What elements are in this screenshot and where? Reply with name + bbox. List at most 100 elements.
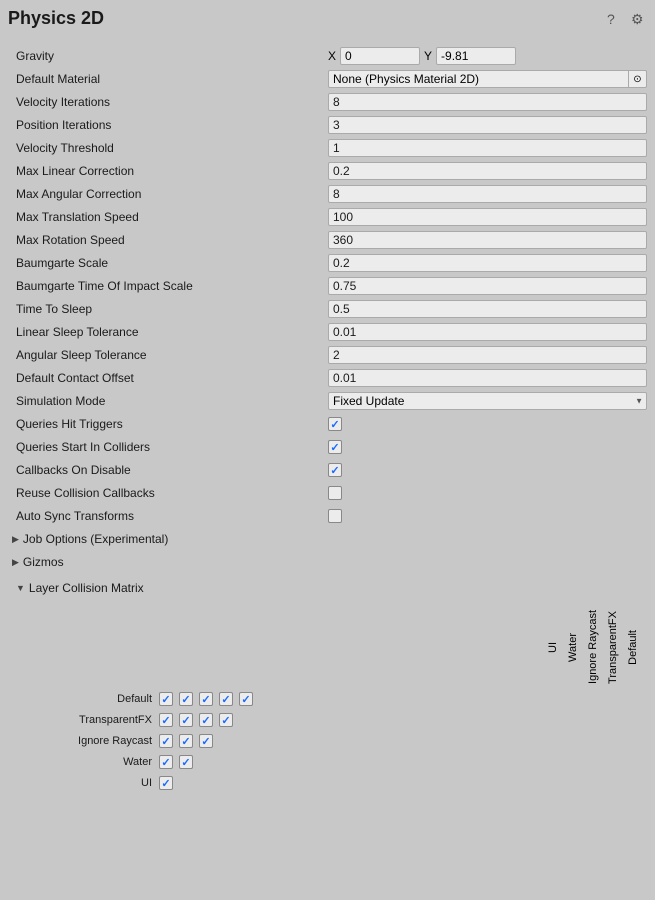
reuse-collision-callbacks-label: Reuse Collision Callbacks xyxy=(8,486,328,500)
gizmos-foldout[interactable]: ▶ Gizmos xyxy=(8,551,647,573)
reuse-collision-callbacks-value xyxy=(328,486,647,500)
matrix-cb-ir-ui[interactable] xyxy=(159,734,173,748)
default-contact-offset-label: Default Contact Offset xyxy=(8,371,328,385)
settings-icon[interactable]: ⚙ xyxy=(631,11,647,27)
job-options-foldout[interactable]: ▶ Job Options (Experimental) xyxy=(8,528,647,550)
layer-collision-matrix-header[interactable]: ▼ Layer Collision Matrix xyxy=(16,577,647,599)
max-translation-speed-row: Max Translation Speed xyxy=(8,206,647,228)
gizmos-label: Gizmos xyxy=(23,555,64,569)
matrix-cb-ir-water[interactable] xyxy=(179,734,193,748)
max-angular-correction-row: Max Angular Correction xyxy=(8,183,647,205)
matrix-col-labels-row: UI Water Ignore Raycast TransparentFX xyxy=(32,607,647,687)
max-rotation-speed-row: Max Rotation Speed xyxy=(8,229,647,251)
reuse-collision-callbacks-row: Reuse Collision Callbacks xyxy=(8,482,647,504)
matrix-cb-tfx-transparent-fx[interactable] xyxy=(219,713,233,727)
linear-sleep-tolerance-row: Linear Sleep Tolerance xyxy=(8,321,647,343)
matrix-cb-water-water[interactable] xyxy=(179,755,193,769)
matrix-row-label-transparent-fx: TransparentFX xyxy=(32,714,152,726)
gravity-x-input[interactable] xyxy=(340,47,420,65)
matrix-col-label-ignore-raycast: Ignore Raycast xyxy=(583,607,603,687)
callbacks-on-disable-checkbox[interactable] xyxy=(328,463,342,477)
position-iterations-input[interactable] xyxy=(328,116,647,134)
matrix-row-label-default: Default xyxy=(32,693,152,705)
max-linear-correction-input[interactable] xyxy=(328,162,647,180)
max-angular-correction-input[interactable] xyxy=(328,185,647,203)
default-contact-offset-value xyxy=(328,369,647,387)
matrix-cell-tfx-ignore-raycast xyxy=(196,711,216,729)
help-icon[interactable]: ? xyxy=(607,11,623,27)
physics-2d-panel: Physics 2D ? ⚙ Gravity X Y Default Mater… xyxy=(0,0,655,802)
max-linear-correction-label: Max Linear Correction xyxy=(8,164,328,178)
job-options-label: Job Options (Experimental) xyxy=(23,532,168,546)
queries-hit-triggers-label: Queries Hit Triggers xyxy=(8,417,328,431)
position-iterations-label: Position Iterations xyxy=(8,118,328,132)
queries-hit-triggers-checkbox[interactable] xyxy=(328,417,342,431)
time-to-sleep-input[interactable] xyxy=(328,300,647,318)
max-translation-speed-value xyxy=(328,208,647,226)
callbacks-on-disable-value xyxy=(328,463,647,477)
max-angular-correction-label: Max Angular Correction xyxy=(8,187,328,201)
matrix-cell-tfx-water xyxy=(176,711,196,729)
matrix-row-label-water: Water xyxy=(32,756,152,768)
matrix-cb-ui-ui[interactable] xyxy=(159,776,173,790)
baumgarte-toi-scale-value xyxy=(328,277,647,295)
linear-sleep-tolerance-input[interactable] xyxy=(328,323,647,341)
matrix-cell-ir-ui xyxy=(156,732,176,750)
simulation-mode-row: Simulation Mode Fixed Update Update Scri… xyxy=(8,390,647,412)
max-translation-speed-input[interactable] xyxy=(328,208,647,226)
matrix-row-ignore-raycast: Ignore Raycast xyxy=(32,731,647,751)
matrix-cb-tfx-ignore-raycast[interactable] xyxy=(199,713,213,727)
velocity-iterations-label: Velocity Iterations xyxy=(8,95,328,109)
matrix-cb-tfx-ui[interactable] xyxy=(159,713,173,727)
matrix-cell-default-transparent-fx xyxy=(216,690,236,708)
gravity-y-input[interactable] xyxy=(436,47,516,65)
default-material-label: Default Material xyxy=(8,72,328,86)
matrix-row-ui: UI xyxy=(32,773,647,793)
angular-sleep-tolerance-label: Angular Sleep Tolerance xyxy=(8,348,328,362)
queries-start-in-colliders-checkbox[interactable] xyxy=(328,440,342,454)
matrix-cell-default-default xyxy=(236,690,256,708)
matrix-cb-water-ui[interactable] xyxy=(159,755,173,769)
linear-sleep-tolerance-value xyxy=(328,323,647,341)
max-linear-correction-row: Max Linear Correction xyxy=(8,160,647,182)
job-options-arrow: ▶ xyxy=(12,534,19,545)
matrix-row-transparent-fx: TransparentFX xyxy=(32,710,647,730)
matrix-cb-default-water[interactable] xyxy=(179,692,193,706)
matrix-cell-water-ui xyxy=(156,753,176,771)
simulation-mode-select[interactable]: Fixed Update Update Script xyxy=(328,392,647,410)
matrix-cell-default-ui xyxy=(156,690,176,708)
baumgarte-scale-input[interactable] xyxy=(328,254,647,272)
default-material-row: Default Material ⊙ xyxy=(8,68,647,90)
max-linear-correction-value xyxy=(328,162,647,180)
default-material-button[interactable]: ⊙ xyxy=(629,70,647,88)
matrix-cb-default-default[interactable] xyxy=(239,692,253,706)
gravity-inputs: X Y xyxy=(328,47,647,65)
queries-start-in-colliders-row: Queries Start In Colliders xyxy=(8,436,647,458)
matrix-cell-ui-ui xyxy=(156,774,176,792)
default-contact-offset-input[interactable] xyxy=(328,369,647,387)
default-material-input[interactable] xyxy=(328,70,629,88)
matrix-cb-default-ui[interactable] xyxy=(159,692,173,706)
auto-sync-transforms-checkbox[interactable] xyxy=(328,509,342,523)
panel-header: Physics 2D ? ⚙ xyxy=(8,8,647,35)
auto-sync-transforms-row: Auto Sync Transforms xyxy=(8,505,647,527)
position-iterations-value xyxy=(328,116,647,134)
angular-sleep-tolerance-value xyxy=(328,346,647,364)
matrix-cb-default-transparent-fx[interactable] xyxy=(219,692,233,706)
matrix-cb-ir-ignore-raycast[interactable] xyxy=(199,734,213,748)
baumgarte-toi-scale-input[interactable] xyxy=(328,277,647,295)
angular-sleep-tolerance-input[interactable] xyxy=(328,346,647,364)
matrix-row-label-ignore-raycast: Ignore Raycast xyxy=(32,735,152,747)
matrix-cb-tfx-water[interactable] xyxy=(179,713,193,727)
queries-start-in-colliders-value xyxy=(328,440,647,454)
default-contact-offset-row: Default Contact Offset xyxy=(8,367,647,389)
baumgarte-scale-row: Baumgarte Scale xyxy=(8,252,647,274)
max-rotation-speed-input[interactable] xyxy=(328,231,647,249)
matrix-cb-default-ignore-raycast[interactable] xyxy=(199,692,213,706)
velocity-threshold-input[interactable] xyxy=(328,139,647,157)
velocity-iterations-input[interactable] xyxy=(328,93,647,111)
matrix-cell-ir-water xyxy=(176,732,196,750)
callbacks-on-disable-row: Callbacks On Disable xyxy=(8,459,647,481)
reuse-collision-callbacks-checkbox[interactable] xyxy=(328,486,342,500)
auto-sync-transforms-label: Auto Sync Transforms xyxy=(8,509,328,523)
